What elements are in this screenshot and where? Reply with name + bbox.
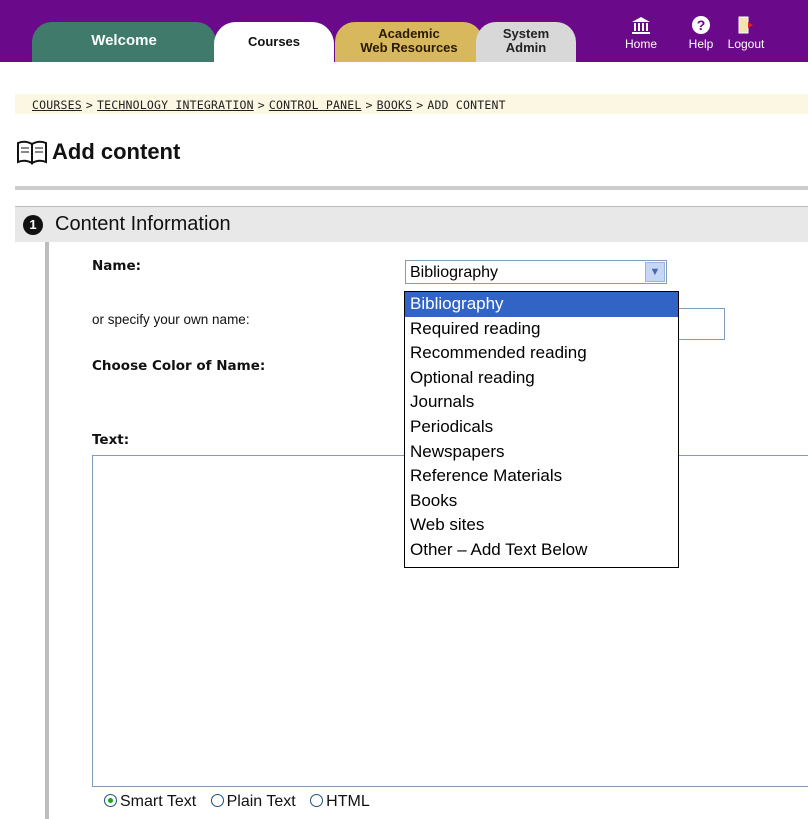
- door-exit-icon: [738, 16, 753, 34]
- radio-plain-text[interactable]: Plain Text: [210, 793, 296, 810]
- tab-academic-label-line2: Web Resources: [360, 40, 458, 55]
- help-label: Help: [688, 37, 714, 51]
- breadcrumb-separator: >: [257, 98, 265, 112]
- breadcrumb: COURSES > TECHNOLOGY INTEGRATION > CONTROL P…: [32, 98, 506, 112]
- name-dropdown-list: Bibliography Required reading Recommende…: [404, 291, 679, 568]
- breadcrumb-separator: >: [365, 98, 373, 112]
- radio-button[interactable]: [210, 794, 224, 807]
- tab-courses-label: Courses: [247, 34, 301, 49]
- tab-system-label-line2: Admin: [505, 40, 547, 55]
- own-name-input[interactable]: [675, 308, 725, 340]
- dropdown-option-newspapers[interactable]: Newspapers: [405, 440, 678, 465]
- radio-smart-text-label: Smart Text: [120, 793, 197, 810]
- section-title: Content Information: [55, 213, 231, 235]
- radio-html[interactable]: HTML: [310, 793, 370, 810]
- breadcrumb-current: ADD CONTENT: [427, 98, 506, 112]
- breadcrumb-control-panel[interactable]: CONTROL PANEL: [269, 98, 362, 112]
- logout-link[interactable]: Logout: [718, 15, 774, 51]
- tab-academic-web-resources[interactable]: Academic Web Resources: [335, 22, 483, 62]
- tab-welcome[interactable]: Welcome: [32, 22, 216, 62]
- own-name-label: or specify your own name:: [92, 312, 250, 327]
- text-label: Text:: [92, 432, 130, 448]
- radio-button-checked[interactable]: [104, 794, 117, 807]
- dropdown-option-journals[interactable]: Journals: [405, 390, 678, 415]
- name-select[interactable]: Bibliography ▼: [405, 260, 667, 284]
- breadcrumb-separator: >: [416, 98, 424, 112]
- help-link[interactable]: ? Help: [683, 15, 719, 51]
- tab-welcome-label: Welcome: [91, 32, 157, 49]
- breadcrumb-courses[interactable]: COURSES: [32, 98, 82, 112]
- tab-courses[interactable]: Courses: [214, 22, 334, 62]
- tab-system-label-line1: System: [502, 26, 550, 41]
- question-icon: ?: [692, 16, 710, 34]
- book-icon: [17, 140, 47, 165]
- radio-plain-text-label: Plain Text: [226, 793, 296, 810]
- tab-academic-label-line1: Academic: [378, 26, 440, 41]
- radio-button[interactable]: [310, 794, 324, 807]
- page-title: Add content: [52, 139, 181, 164]
- color-label: Choose Color of Name:: [92, 358, 266, 374]
- dropdown-option-reference-materials[interactable]: Reference Materials: [405, 464, 678, 489]
- dropdown-option-other[interactable]: Other – Add Text Below: [405, 538, 678, 563]
- breadcrumb-separator: >: [85, 98, 93, 112]
- step-number-badge: 1: [23, 215, 43, 235]
- logout-label: Logout: [727, 37, 765, 51]
- museum-home-icon: [632, 17, 650, 34]
- dropdown-option-recommended-reading[interactable]: Recommended reading: [405, 341, 678, 366]
- chevron-down-icon[interactable]: ▼: [645, 262, 665, 282]
- name-label: Name:: [92, 258, 142, 274]
- name-select-value: Bibliography: [410, 264, 499, 281]
- dropdown-option-books[interactable]: Books: [405, 489, 678, 514]
- breadcrumb-technology-integration[interactable]: TECHNOLOGY INTEGRATION: [97, 98, 254, 112]
- home-link[interactable]: Home: [623, 15, 659, 51]
- dropdown-option-bibliography[interactable]: Bibliography: [405, 292, 678, 317]
- radio-smart-text[interactable]: Smart Text: [104, 793, 196, 810]
- home-label: Home: [624, 37, 657, 51]
- dropdown-option-required-reading[interactable]: Required reading: [405, 317, 678, 342]
- section-left-rule: [45, 242, 49, 819]
- dropdown-option-optional-reading[interactable]: Optional reading: [405, 366, 678, 391]
- dropdown-option-periodicals[interactable]: Periodicals: [405, 415, 678, 440]
- svg-text:?: ?: [697, 17, 706, 33]
- breadcrumb-books[interactable]: BOOKS: [377, 98, 413, 112]
- radio-html-label: HTML: [326, 793, 370, 810]
- dropdown-option-web-sites[interactable]: Web sites: [405, 513, 678, 538]
- title-divider: [15, 186, 808, 190]
- text-format-radio-group: Smart Text Plain Text HTML: [104, 793, 380, 811]
- tab-system-admin[interactable]: System Admin: [476, 22, 576, 62]
